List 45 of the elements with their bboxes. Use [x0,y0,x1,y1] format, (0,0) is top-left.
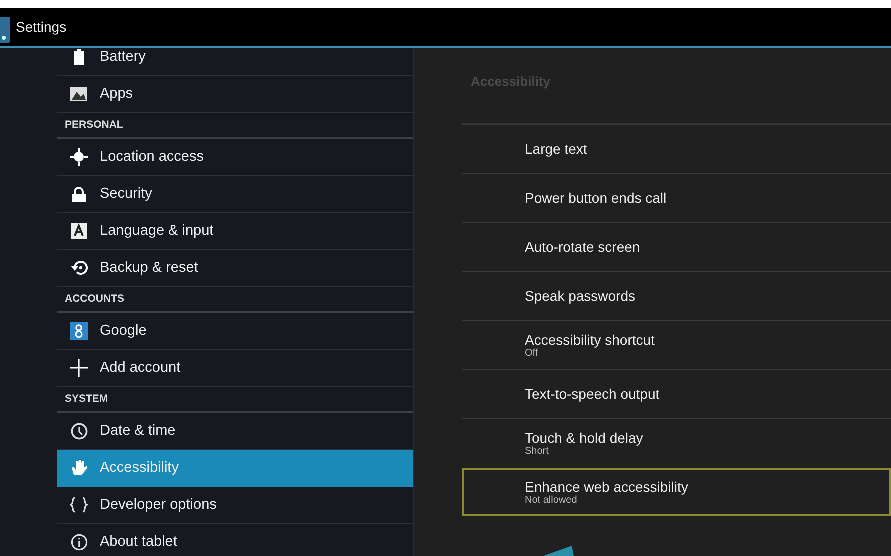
preference-summary: Not allowed [525,494,578,506]
preference-title: Text-to-speech output [525,386,661,402]
preference-row[interactable]: Large text [462,124,891,173]
settings-item[interactable]: Backup & reset [57,250,413,287]
clock-icon [70,422,88,440]
info-icon [70,534,88,550]
backup-icon [70,260,88,276]
settings-item[interactable]: Location access [57,139,413,176]
settings-item[interactable]: Developer options [57,487,413,524]
hand-icon [70,459,88,477]
settings-item[interactable]: Security [57,176,413,213]
settings-item[interactable]: Google [57,313,413,350]
preference-row[interactable]: Speak passwords [462,271,891,320]
settings-app-icon[interactable] [0,17,10,43]
section-header: ACCOUNTS [57,287,413,313]
preference-row[interactable]: Auto-rotate screen [462,222,891,271]
preference-row[interactable]: Enhance web accessibility Not allowed [462,468,891,516]
preference-title: Speak passwords [525,288,637,304]
braces-icon [70,497,88,513]
app-title: Settings [16,19,67,35]
location-icon [70,148,88,166]
settings-item[interactable]: Language & input [57,213,413,250]
preference-title: Touch & hold delay [525,430,644,446]
preference-row[interactable]: Power button ends call [462,173,891,222]
preference-title: Enhance web accessibility [525,478,690,494]
preference-row[interactable]: Accessibility shortcut Off [462,320,891,369]
settings-item[interactable]: Add account [57,350,413,387]
settings-item[interactable]: Battery [57,48,413,76]
preference-row[interactable]: Text-to-speech output [462,369,891,418]
preference-summary: Short [525,446,550,456]
picture-icon [70,86,88,102]
preference-summary: Off [525,348,538,358]
preference-title: Auto-rotate screen [525,239,642,255]
preference-title: Power button ends call [525,190,668,206]
wedge-drawing [544,546,574,556]
section-header: PERSONAL [57,113,413,139]
letter-a-icon [71,223,87,239]
plus-icon [70,359,88,377]
preference-title: Accessibility shortcut [525,332,656,348]
settings-item[interactable]: Apps [57,76,413,113]
preference-title: Large text [525,141,588,157]
section-header: SYSTEM [57,387,413,413]
lock-icon [72,186,86,202]
preference-row[interactable]: Touch & hold delay Short [462,418,891,467]
battery-icon [74,49,84,65]
